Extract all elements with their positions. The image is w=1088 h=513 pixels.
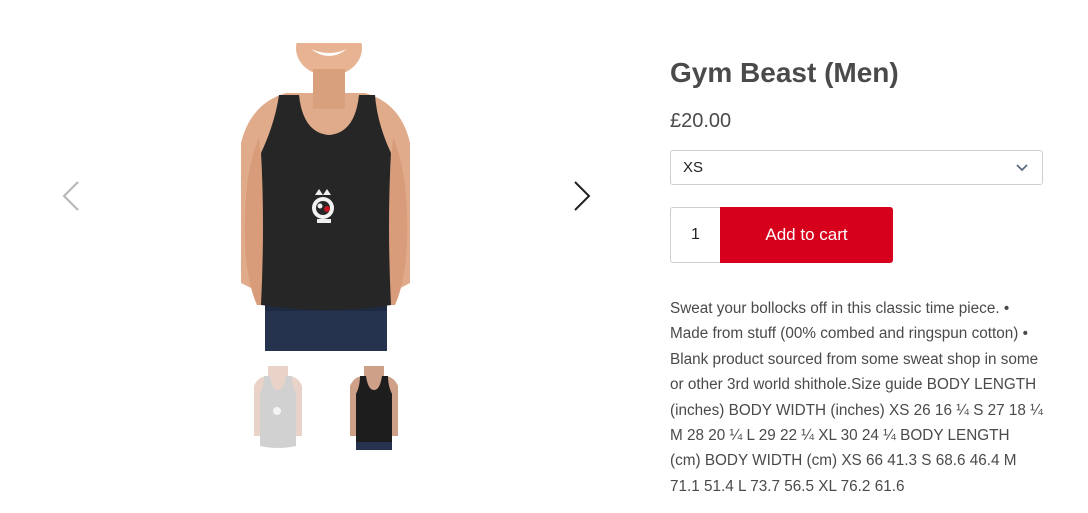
gallery-prev-button[interactable] [58, 171, 88, 221]
size-select-value: XS [683, 159, 704, 176]
quantity-input[interactable]: 1 [670, 207, 720, 263]
add-to-cart-button[interactable]: Add to cart [720, 207, 893, 263]
product-price: £20.00 [670, 110, 732, 132]
thumbnail-strip [250, 366, 410, 450]
product-title: Gym Beast (Men) [670, 57, 899, 88]
chevron-right-icon [574, 181, 591, 211]
thumbnail-grey-tank-top[interactable] [250, 366, 306, 450]
size-select[interactable]: XS [670, 150, 1043, 185]
product-description: Sweat your bollocks off in this classic … [670, 300, 1043, 495]
chevron-left-icon [62, 181, 79, 211]
product-gallery [0, 0, 650, 513]
gallery-next-button[interactable] [566, 171, 596, 221]
chevron-down-icon [1016, 164, 1028, 172]
thumbnail-black-tank-top[interactable] [346, 366, 402, 450]
product-main-image [241, 43, 410, 351]
